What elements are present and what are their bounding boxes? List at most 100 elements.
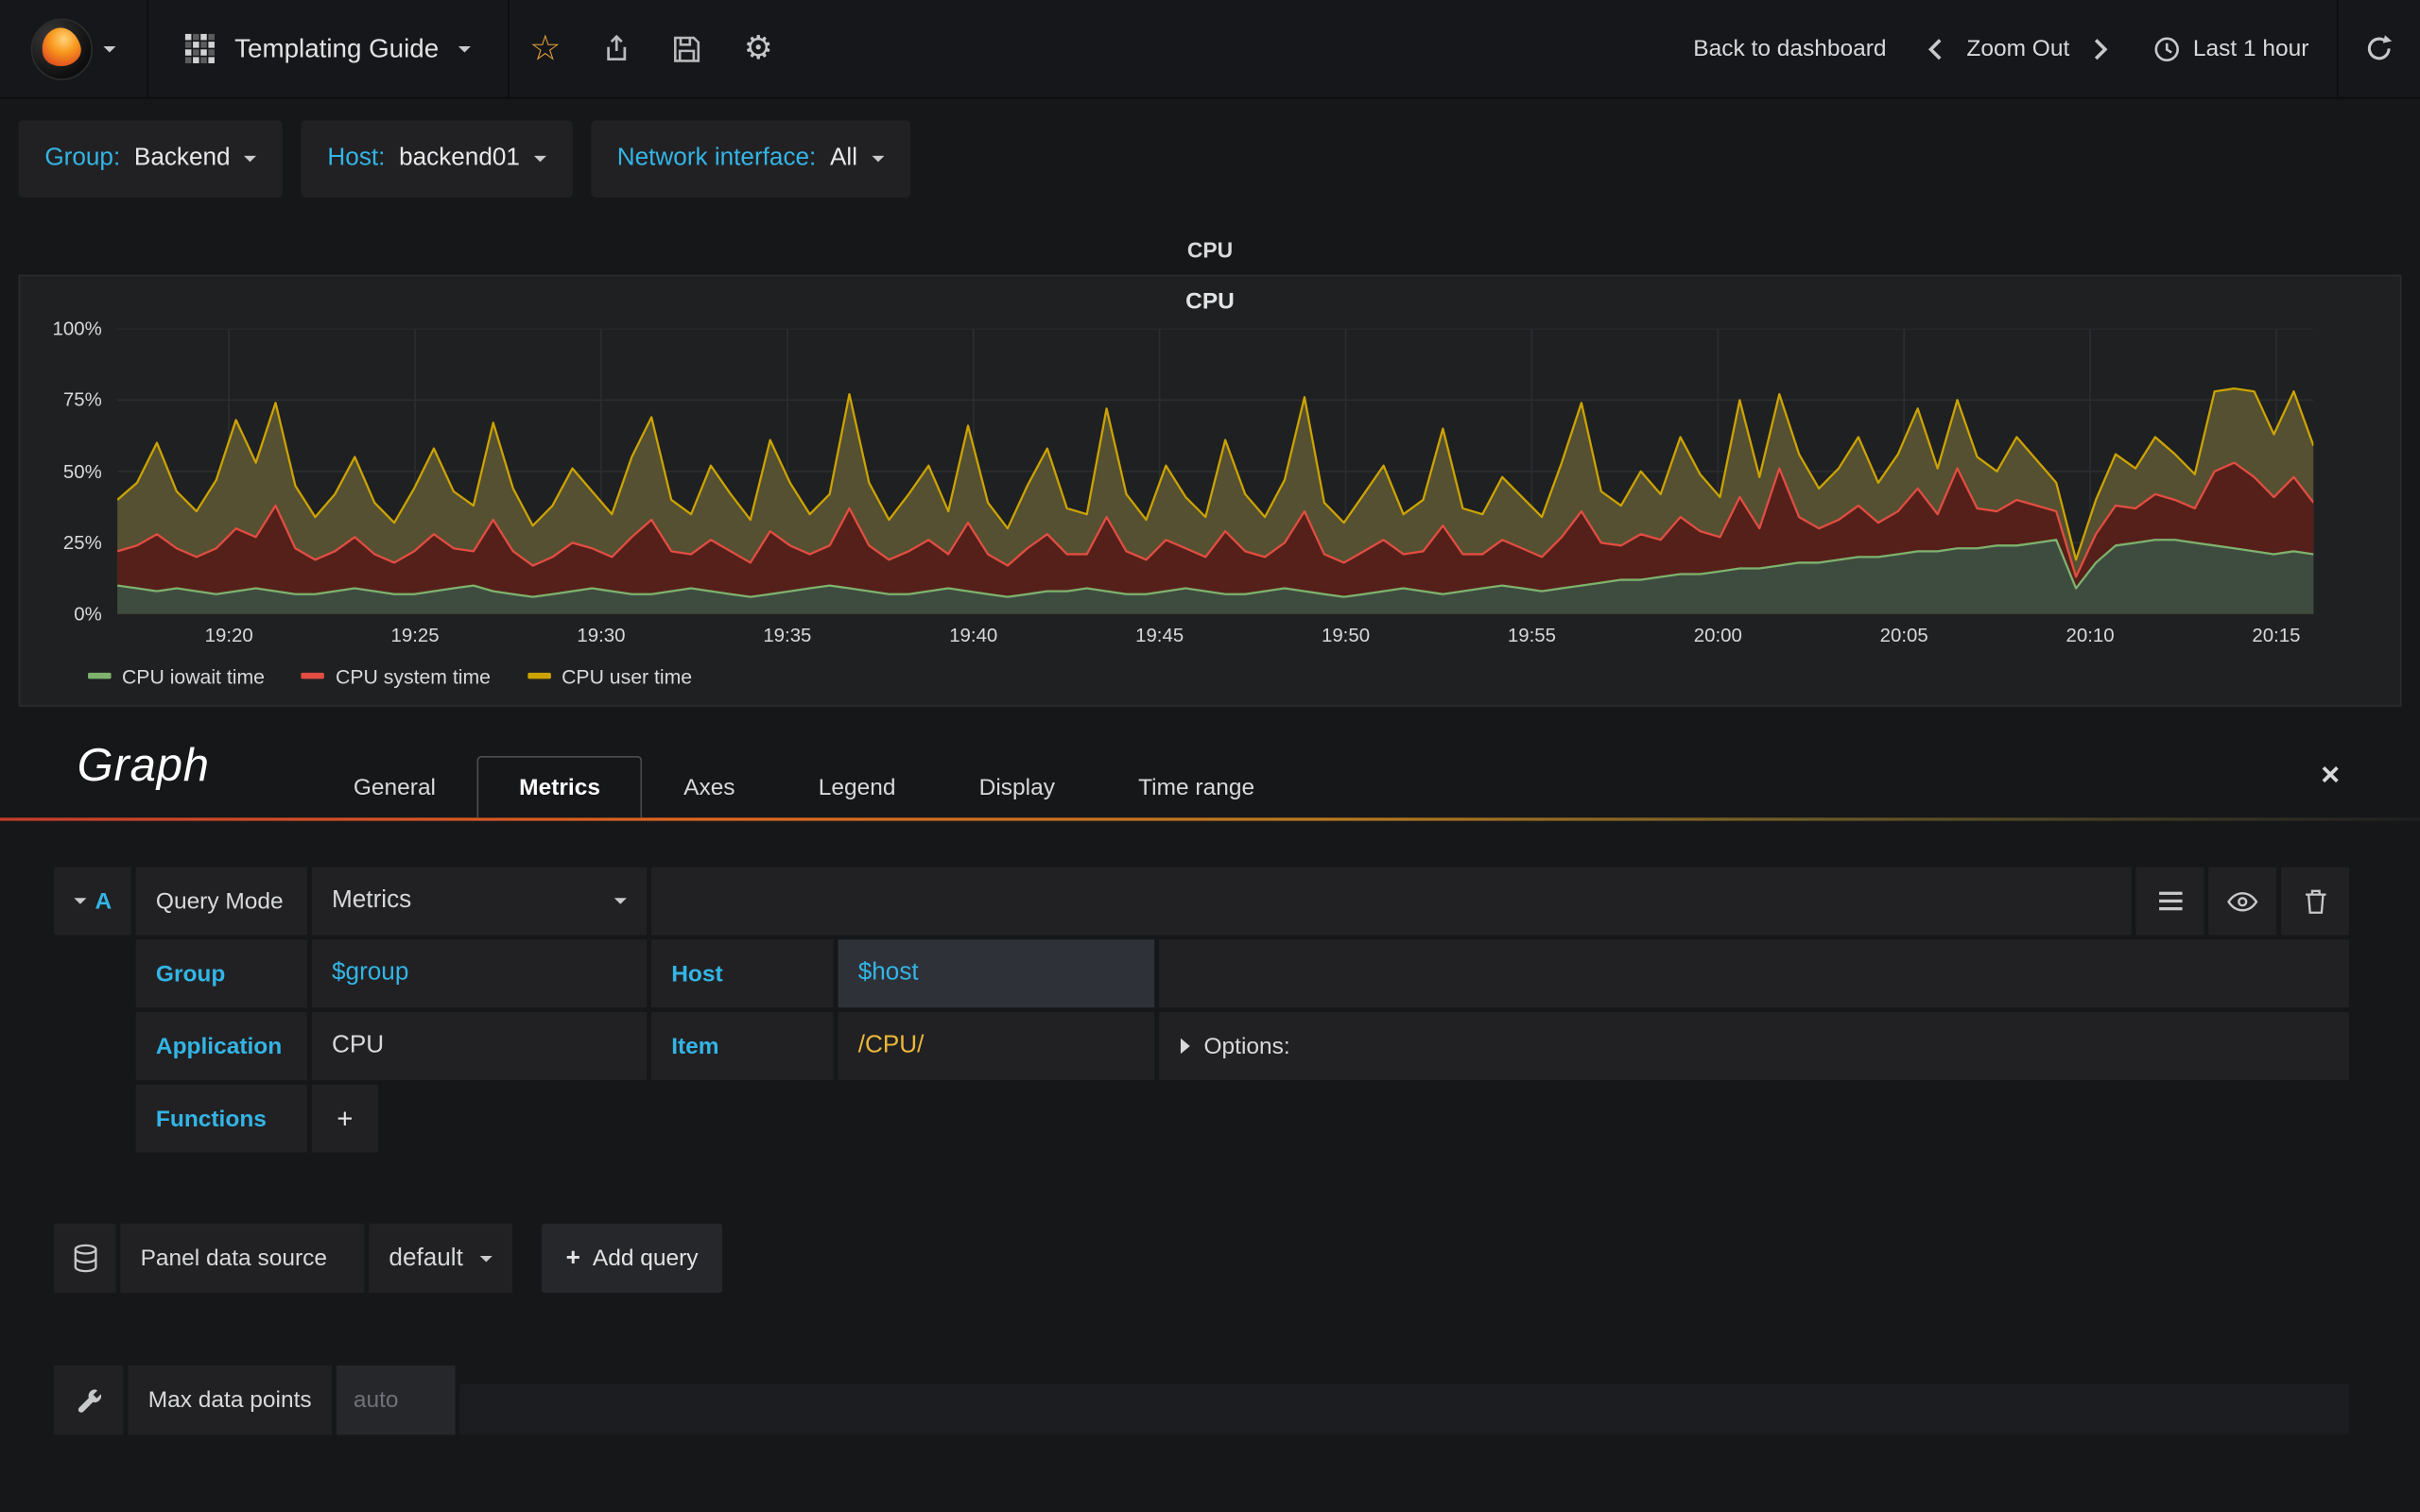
x-axis-label: 20:00 [1693, 625, 1742, 647]
datasource-label: Panel data source [120, 1223, 365, 1294]
save-icon [674, 35, 700, 61]
grafana-menu-button[interactable] [0, 0, 148, 97]
back-to-dashboard-button[interactable]: Back to dashboard [1668, 36, 1910, 62]
variable-value: backend01 [399, 145, 520, 172]
grafana-app: Templating Guide ☆ ⚙ Back to dashboard Z… [0, 0, 2420, 1512]
y-axis-label: 0% [74, 603, 102, 626]
chevron-down-icon [103, 45, 116, 52]
chart-title: CPU [1185, 288, 1235, 316]
chart-body: 0% 25% 50% 75% 100% [20, 318, 2400, 625]
tab-legend[interactable]: Legend [777, 756, 938, 817]
tab-time-range[interactable]: Time range [1097, 756, 1296, 817]
application-field-input[interactable]: CPU [311, 1012, 648, 1080]
x-axis-label: 19:40 [949, 625, 998, 647]
query-row-functions: Functions + [54, 1084, 2349, 1153]
template-variable-row: Group: Backend Host: backend01 Network inter… [0, 98, 2420, 218]
max-data-points-input[interactable] [353, 1386, 439, 1414]
panel-drag-title[interactable]: CPU [0, 225, 2420, 274]
add-query-button[interactable]: + Add query [542, 1223, 723, 1294]
legend-item[interactable]: CPU system time [302, 664, 491, 687]
row-indent [54, 1085, 131, 1153]
dashboard-grid-icon [184, 33, 215, 63]
chevron-down-icon [73, 898, 86, 904]
chevron-down-icon [244, 155, 257, 163]
y-axis-label: 100% [52, 318, 102, 340]
panel-editor-header: Graph General Metrics Axes Legend Display Tim… [0, 731, 2420, 818]
query-mode-value: Metrics [332, 886, 412, 914]
tab-display[interactable]: Display [938, 756, 1097, 817]
dashboard-picker[interactable]: Templating Guide [148, 0, 510, 97]
time-range-picker[interactable]: Last 1 hour [2125, 35, 2337, 62]
variable-value: Backend [133, 145, 231, 172]
query-visibility-button[interactable] [2208, 867, 2277, 936]
clock-icon [2154, 36, 2179, 61]
max-data-points-label: Max data points [128, 1365, 333, 1435]
legend-item[interactable]: CPU user time [527, 664, 692, 687]
x-axis-label: 19:25 [390, 625, 440, 647]
legend-label: CPU user time [562, 663, 693, 688]
share-icon [606, 34, 626, 61]
host-field-label: Host [650, 939, 834, 1008]
chevron-down-icon [458, 45, 472, 52]
time-shift-left-button[interactable] [1911, 0, 1961, 97]
star-icon: ☆ [529, 27, 562, 68]
group-field-input[interactable]: $group [311, 939, 648, 1008]
panel-settings-row: Max data points [54, 1365, 2349, 1435]
share-dashboard-button[interactable] [580, 0, 651, 97]
cpu-chart-svg [117, 329, 2314, 614]
x-axis-label: 20:05 [1879, 625, 1928, 647]
query-mode-select[interactable]: Metrics [311, 867, 648, 936]
chart-plot-area[interactable] [117, 329, 2314, 614]
chevron-right-icon [1180, 1038, 1190, 1055]
close-editor-button[interactable]: × [2321, 759, 2340, 791]
query-row-header: A Query Mode Metrics [54, 867, 2349, 936]
editor-tabs: General Metrics Axes Legend Display Time rang… [312, 756, 1296, 818]
chevron-down-icon [614, 898, 627, 904]
group-field-label: Group [135, 939, 307, 1008]
query-collapse-toggle[interactable]: A [54, 867, 131, 936]
variable-dropdown-2[interactable]: Host: backend01 [301, 120, 573, 198]
legend-color-swatch [302, 672, 325, 679]
query-editor: A Query Mode Metrics Group $group Host $… [54, 867, 2349, 1153]
chevron-down-icon [871, 155, 884, 163]
refresh-button[interactable] [2336, 0, 2420, 97]
settings-button[interactable]: ⚙ [723, 0, 794, 97]
query-menu-button[interactable] [2135, 867, 2204, 936]
legend-item[interactable]: CPU iowait time [88, 664, 265, 687]
datasource-select[interactable]: default [369, 1223, 513, 1294]
save-dashboard-button[interactable] [651, 0, 722, 97]
x-axis-label: 19:30 [577, 625, 626, 647]
chevron-down-icon [533, 155, 546, 163]
y-axis-label: 75% [62, 388, 102, 411]
variable-label: Host: [327, 145, 386, 172]
item-field-label: Item [650, 1012, 834, 1080]
host-field-input[interactable]: $host [838, 939, 1155, 1008]
tab-general[interactable]: General [312, 756, 477, 817]
chevron-down-icon [479, 1255, 493, 1262]
y-axis: 0% 25% 50% 75% 100% [20, 318, 117, 625]
tab-metrics[interactable]: Metrics [477, 756, 643, 818]
variable-dropdown-3[interactable]: Network interface: All [591, 120, 910, 198]
functions-field-label: Functions [135, 1084, 307, 1153]
tab-axes[interactable]: Axes [642, 756, 777, 817]
wrench-icon [78, 1388, 101, 1412]
variable-dropdown-1[interactable]: Group: Backend [18, 120, 284, 198]
add-function-button[interactable]: + [311, 1084, 378, 1153]
zoom-out-button[interactable]: Zoom Out [1961, 36, 2076, 62]
database-icon [73, 1244, 96, 1273]
item-field-input[interactable]: /CPU/ [838, 1012, 1155, 1080]
x-axis-label: 19:45 [1135, 625, 1184, 647]
x-axis-label: 19:50 [1321, 625, 1371, 647]
query-row-filler [1159, 939, 2349, 1008]
options-toggle[interactable]: Options: [1159, 1012, 2349, 1080]
star-dashboard-button[interactable]: ☆ [510, 0, 580, 97]
legend-color-swatch [88, 672, 112, 679]
x-axis: 19:20 19:25 19:30 19:35 19:40 19:45 19:50 19:55… [117, 622, 2313, 653]
menu-icon [2158, 891, 2182, 911]
y-axis-label: 25% [62, 531, 102, 554]
settings-icon-cell [54, 1365, 124, 1435]
query-delete-button[interactable] [2281, 867, 2349, 936]
chart-legend: CPU iowait time CPU system time CPU user t… [88, 659, 2400, 693]
time-shift-right-button[interactable] [2076, 0, 2125, 97]
settings-row-filler [459, 1383, 2349, 1435]
